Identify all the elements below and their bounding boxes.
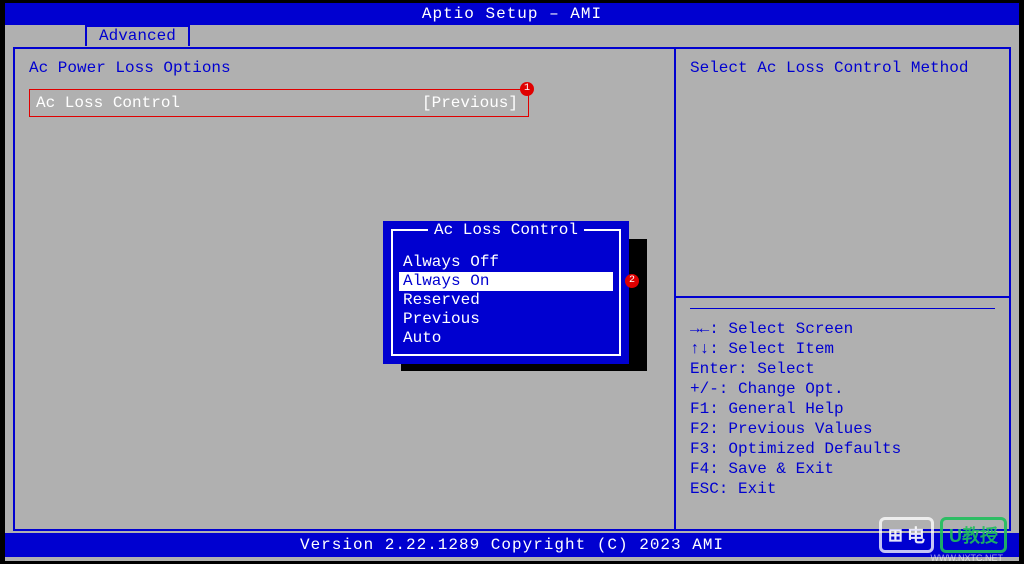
popup-option-label: Always On [403,272,489,290]
popup-option-always-on[interactable]: Always On 2 [399,272,613,291]
popup-option-reserved[interactable]: Reserved [393,291,619,310]
key-help-line: F3: Optimized Defaults [690,439,995,459]
popup-option-always-off[interactable]: Always Off [393,253,619,272]
window-icon: ⊞ [888,525,903,546]
watermark-url: WWW.NXTC.NET [931,553,1004,563]
watermark-logo-b: U教授 [940,517,1007,553]
bios-screen: Aptio Setup – AMI Advanced Ac Power Loss… [4,2,1020,562]
key-help-line: ESC: Exit [690,479,995,499]
setting-label: Ac Loss Control [36,94,422,112]
setting-value: [Previous] [422,94,522,112]
key-help-line: F2: Previous Values [690,419,995,439]
key-help-line: →←: Select Screen [690,319,995,339]
section-title: Ac Power Loss Options [29,59,660,77]
key-help-line: Enter: Select [690,359,995,379]
popup-ac-loss-control: Ac Loss Control Always Off Always On 2 R… [383,221,629,364]
key-help-line: ↑↓: Select Item [690,339,995,359]
key-help: →←: Select Screen ↑↓: Select Item Enter:… [690,308,995,499]
popup-title: Ac Loss Control [428,221,584,239]
watermark: ⊞ 电 U教授 [879,517,1007,553]
watermark-logo-a: ⊞ 电 [879,517,934,553]
tab-advanced[interactable]: Advanced [85,25,190,46]
footer-version: Version 2.22.1289 Copyright (C) 2023 AMI [5,533,1019,557]
annotation-badge-2: 2 [625,274,639,288]
popup-option-auto[interactable]: Auto [393,329,619,348]
annotation-badge-1: 1 [520,82,534,96]
key-help-line: F4: Save & Exit [690,459,995,479]
help-description: Select Ac Loss Control Method [690,59,995,77]
key-help-line: F1: General Help [690,399,995,419]
help-panel: Select Ac Loss Control Method →←: Select… [674,49,1009,529]
setting-ac-loss-control[interactable]: Ac Loss Control [Previous] 1 [29,89,529,117]
key-help-line: +/-: Change Opt. [690,379,995,399]
popup-option-previous[interactable]: Previous [393,310,619,329]
bios-title: Aptio Setup – AMI [5,3,1019,25]
tab-row: Advanced [5,25,1019,47]
